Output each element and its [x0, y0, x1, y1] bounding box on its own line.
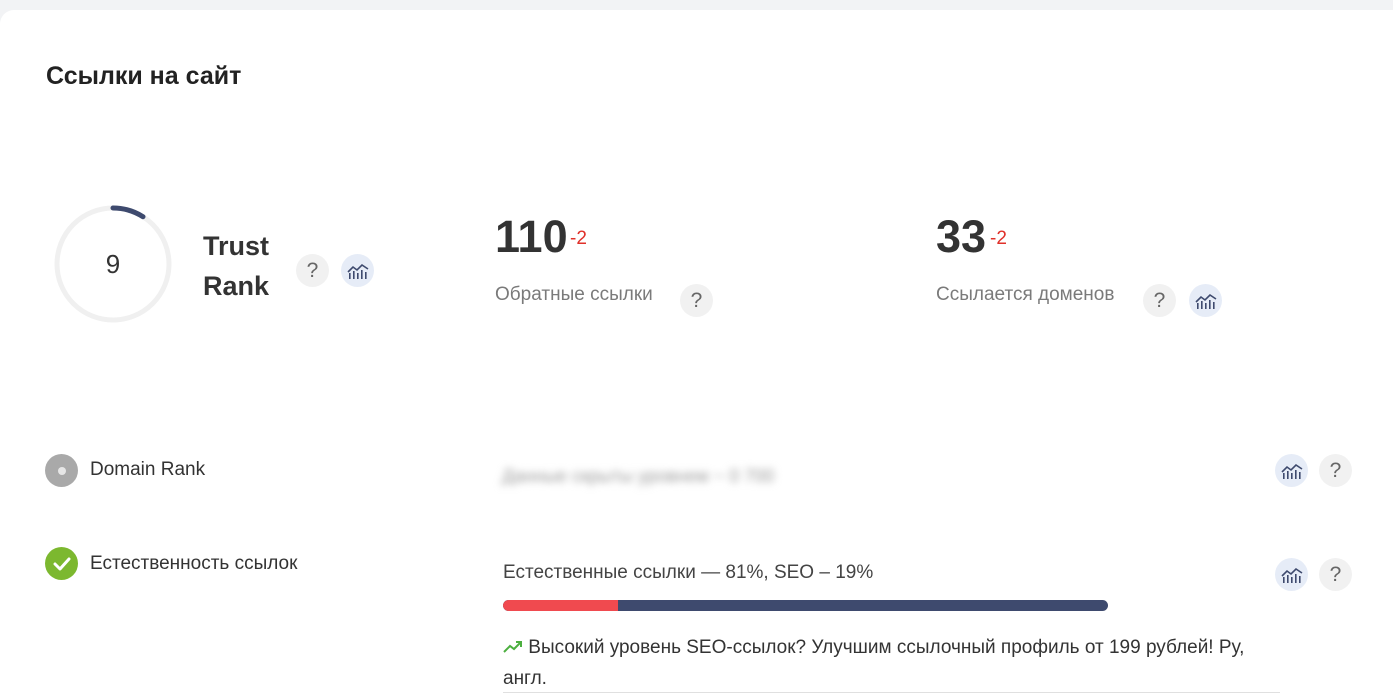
question-mark-icon: ?: [1153, 288, 1166, 312]
check-icon: [53, 557, 70, 570]
links-card: Ссылки на сайт 9 Trust Rank ? 110 -2 Обр…: [0, 10, 1393, 694]
backlinks-label: Обратные ссылки: [495, 284, 653, 305]
seo-promo-text: Высокий уровень SEO-ссылок? Улучшим ссыл…: [503, 637, 1245, 689]
divider: [503, 692, 1280, 693]
domains-label: Ссылается доменов: [936, 284, 1115, 305]
dot-icon: [57, 466, 66, 475]
question-mark-icon: ?: [690, 288, 703, 312]
section-title: Ссылки на сайт: [46, 62, 242, 90]
chart-icon: [1280, 463, 1302, 479]
backlinks-value: 110: [495, 211, 568, 262]
trust-rank-value: 9: [105, 248, 121, 279]
trust-rank-label: Trust Rank: [203, 231, 270, 301]
naturalness-status: [45, 547, 78, 580]
naturalness-progress-bar: [503, 600, 1108, 611]
backlinks-delta: -2: [570, 228, 587, 249]
naturalness-chart-button[interactable]: [1275, 558, 1308, 591]
domains-chart-button[interactable]: [1189, 284, 1222, 317]
domain-rank-help-button[interactable]: ?: [1319, 454, 1352, 487]
naturalness-ratio-text: Естественные ссылки — 81%, SEO – 19%: [503, 562, 874, 583]
domain-rank-chart-button[interactable]: [1275, 454, 1308, 487]
question-mark-icon: ?: [1329, 458, 1342, 482]
domains-help-button[interactable]: ?: [1143, 284, 1176, 317]
trend-up-icon: [503, 641, 522, 653]
backlinks-help-button[interactable]: ?: [680, 284, 713, 317]
chart-icon: [1280, 567, 1302, 583]
domains-value: 33: [936, 211, 987, 262]
question-mark-icon: ?: [306, 258, 319, 282]
domain-rank-label: Domain Rank: [90, 459, 206, 480]
seo-promo[interactable]: Высокий уровень SEO-ссылок? Улучшим ссыл…: [503, 632, 1283, 694]
chart-icon: [1194, 293, 1216, 309]
seo-share-fill: [503, 600, 618, 611]
naturalness-label: Естественность ссылок: [90, 553, 298, 574]
chart-icon: [346, 263, 368, 279]
trust-rank-chart-button[interactable]: [341, 254, 374, 287]
question-mark-icon: ?: [1329, 562, 1342, 586]
naturalness-help-button[interactable]: ?: [1319, 558, 1352, 591]
domain-rank-blurred-value: Данные скрыты уровнем ~ 0 700: [502, 466, 775, 486]
trust-rank-help-button[interactable]: ?: [296, 254, 329, 287]
domains-delta: -2: [990, 228, 1007, 249]
domain-rank-status: [45, 454, 78, 487]
